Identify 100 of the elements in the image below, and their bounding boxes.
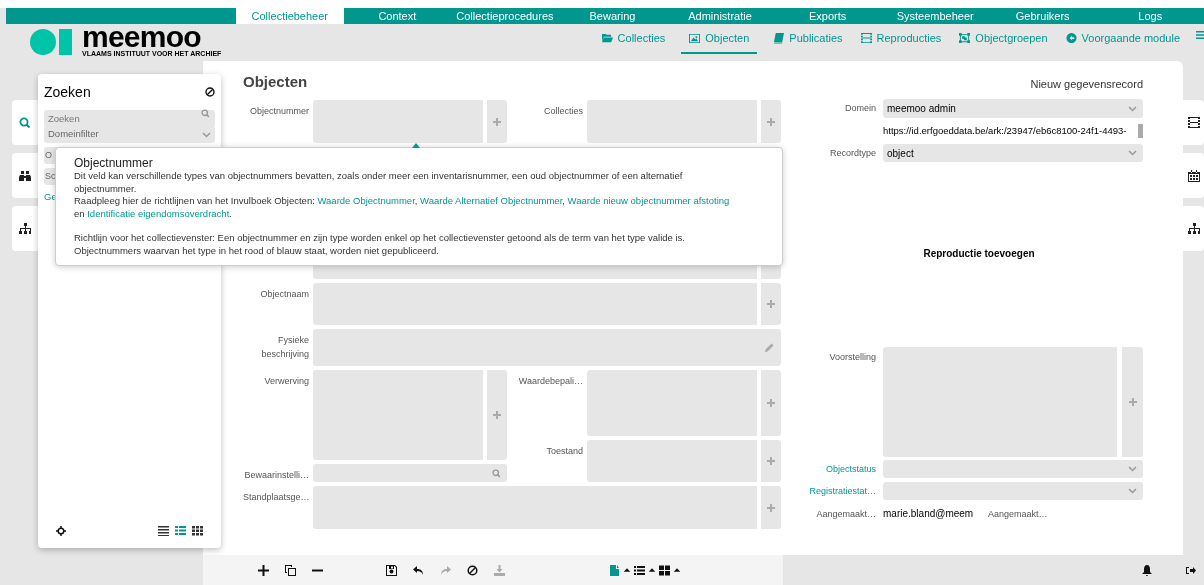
- side-tab[interactable]: [1183, 206, 1204, 251]
- record-type-dropdown[interactable]: object: [883, 144, 1143, 162]
- field-label: Voorstelling: [828, 351, 876, 364]
- list-details-icon[interactable]: [175, 525, 186, 536]
- field-label: Objectnummer: [248, 105, 309, 118]
- add-button[interactable]: [487, 100, 507, 143]
- toolbar-button[interactable]: [648, 566, 656, 574]
- toolbar-button[interactable]: [659, 564, 670, 576]
- plus-icon: [767, 457, 775, 465]
- clear-icon[interactable]: [205, 87, 215, 97]
- side-tab[interactable]: [1183, 153, 1204, 198]
- field-label: Objectstatus: [824, 463, 876, 476]
- chevron-down-icon: [1128, 150, 1137, 156]
- add-button[interactable]: [761, 283, 781, 325]
- module-tab[interactable]: Publicaties: [771, 30, 845, 54]
- plus-icon: [258, 564, 269, 576]
- add-button[interactable]: [761, 370, 781, 436]
- toolbar-button[interactable]: [634, 564, 645, 576]
- module-tab[interactable]: Objecten: [681, 30, 758, 54]
- module-tab[interactable]: Collecties: [599, 30, 668, 54]
- nav-tab[interactable]: Collectieprocedures: [451, 8, 559, 24]
- panel-title: Zoeken: [44, 82, 91, 102]
- field-label: Aangemaakt…: [815, 508, 876, 521]
- search-field[interactable]: [313, 464, 507, 482]
- input-field[interactable]: [313, 283, 757, 325]
- domain-dropdown[interactable]: meemoo admin: [883, 99, 1143, 118]
- input-field[interactable]: [587, 100, 757, 143]
- input-field[interactable]: [883, 347, 1117, 457]
- field-label: Collecties: [543, 105, 583, 118]
- film-icon: [1187, 116, 1200, 129]
- input-field[interactable]: [313, 486, 757, 529]
- bell-icon[interactable]: [1142, 564, 1152, 576]
- field-label: Objectnaam: [259, 288, 309, 301]
- scrollbar[interactable]: [1138, 124, 1143, 138]
- add-button[interactable]: [761, 100, 781, 143]
- toolbar-button[interactable]: [623, 566, 631, 574]
- add-button[interactable]: [761, 486, 781, 529]
- side-tab[interactable]: [12, 206, 38, 251]
- field-label: Fysieke beschrijving: [260, 334, 309, 361]
- input-field[interactable]: [313, 370, 483, 460]
- toolbar-button[interactable]: [258, 564, 269, 576]
- search-icon: [19, 116, 31, 129]
- input-field[interactable]: [587, 440, 757, 482]
- nav-tab[interactable]: Collectiebeheer: [236, 8, 344, 24]
- nav-tab[interactable]: Bewaring: [558, 8, 667, 24]
- crosshair-icon[interactable]: [56, 525, 66, 536]
- caret-up-icon: [648, 566, 656, 574]
- field-label: Aangemaakt…: [988, 508, 1048, 521]
- caret-up-icon: [673, 566, 681, 574]
- field-value: marie.bland@meem: [883, 507, 975, 521]
- field-label: Verwerving: [263, 375, 309, 388]
- menu-icon[interactable]: [1196, 30, 1204, 40]
- plus-icon: [493, 411, 501, 419]
- undo-icon: [413, 564, 424, 576]
- toolbar-button[interactable]: [413, 564, 424, 576]
- field-label: Recordtype: [828, 147, 876, 160]
- module-tab[interactable]: Reproducties: [858, 30, 944, 54]
- field-label: Waardebepali…: [517, 375, 583, 388]
- nav-tab[interactable]: Gebruikers: [988, 8, 1097, 24]
- plus-icon: [767, 503, 775, 512]
- plus-icon: [767, 300, 775, 308]
- pencil-icon[interactable]: [765, 343, 774, 352]
- book-icon: [773, 32, 785, 44]
- copy-icon: [285, 564, 296, 576]
- nav-tab[interactable]: Context: [343, 8, 452, 24]
- logout-icon[interactable]: [1186, 565, 1196, 575]
- side-tab[interactable]: [12, 153, 38, 198]
- add-reproduction-button[interactable]: Reproductie toevoegen: [883, 247, 1075, 261]
- grid-icon[interactable]: [192, 525, 203, 536]
- toolbar-button[interactable]: [467, 564, 478, 576]
- record-status: Nieuw gegevensrecord: [1030, 77, 1143, 91]
- field-label: Bewaarinstelli…: [243, 469, 309, 482]
- save-icon: [386, 564, 397, 576]
- plus-icon: [767, 117, 775, 126]
- chevron-down-icon: [1128, 105, 1137, 112]
- toolbar-button[interactable]: [386, 564, 397, 576]
- sitemap-icon: [1187, 222, 1200, 235]
- input-field[interactable]: [313, 100, 483, 143]
- arrow-circle-left-icon: [1065, 32, 1077, 44]
- nav-tab[interactable]: Systeembeheer: [881, 8, 989, 24]
- add-button[interactable]: [761, 440, 781, 482]
- nav-tab[interactable]: Exports: [773, 8, 882, 24]
- nav-tab[interactable]: Administratie: [666, 8, 774, 24]
- object-group-icon: [959, 32, 971, 44]
- side-tab[interactable]: [1183, 100, 1204, 145]
- tooltip-title: Objectnummer: [74, 156, 154, 170]
- toolbar-button[interactable]: [285, 564, 296, 576]
- nav-tab[interactable]: Logs: [1096, 8, 1204, 24]
- module-tab[interactable]: Objectgroepen: [957, 30, 1050, 54]
- search-field[interactable]: Zoeken: [44, 110, 215, 127]
- link[interactable]: Waarde Objectnummer: [317, 195, 415, 206]
- module-tab[interactable]: Voorgaande module: [1063, 30, 1182, 54]
- list-icon[interactable]: [158, 525, 169, 536]
- toolbar-button[interactable]: [673, 566, 681, 574]
- input-field[interactable]: [587, 370, 757, 436]
- tooltip-text: Raadpleeg hier de richtlijnen van het Invulboek Objecten: Waarde Objectnummer, Waarde Alternatief Objectnummer, Waarde nieuw objectnummer afstoting en Identificatie eigendomsoverdracht.: [74, 195, 731, 220]
- download-icon: [494, 564, 505, 576]
- sitemap-icon: [19, 222, 31, 235]
- logo-text: meemoo: [82, 25, 201, 49]
- link[interactable]: Waarde nieuw objectnummer afstoting: [567, 195, 730, 206]
